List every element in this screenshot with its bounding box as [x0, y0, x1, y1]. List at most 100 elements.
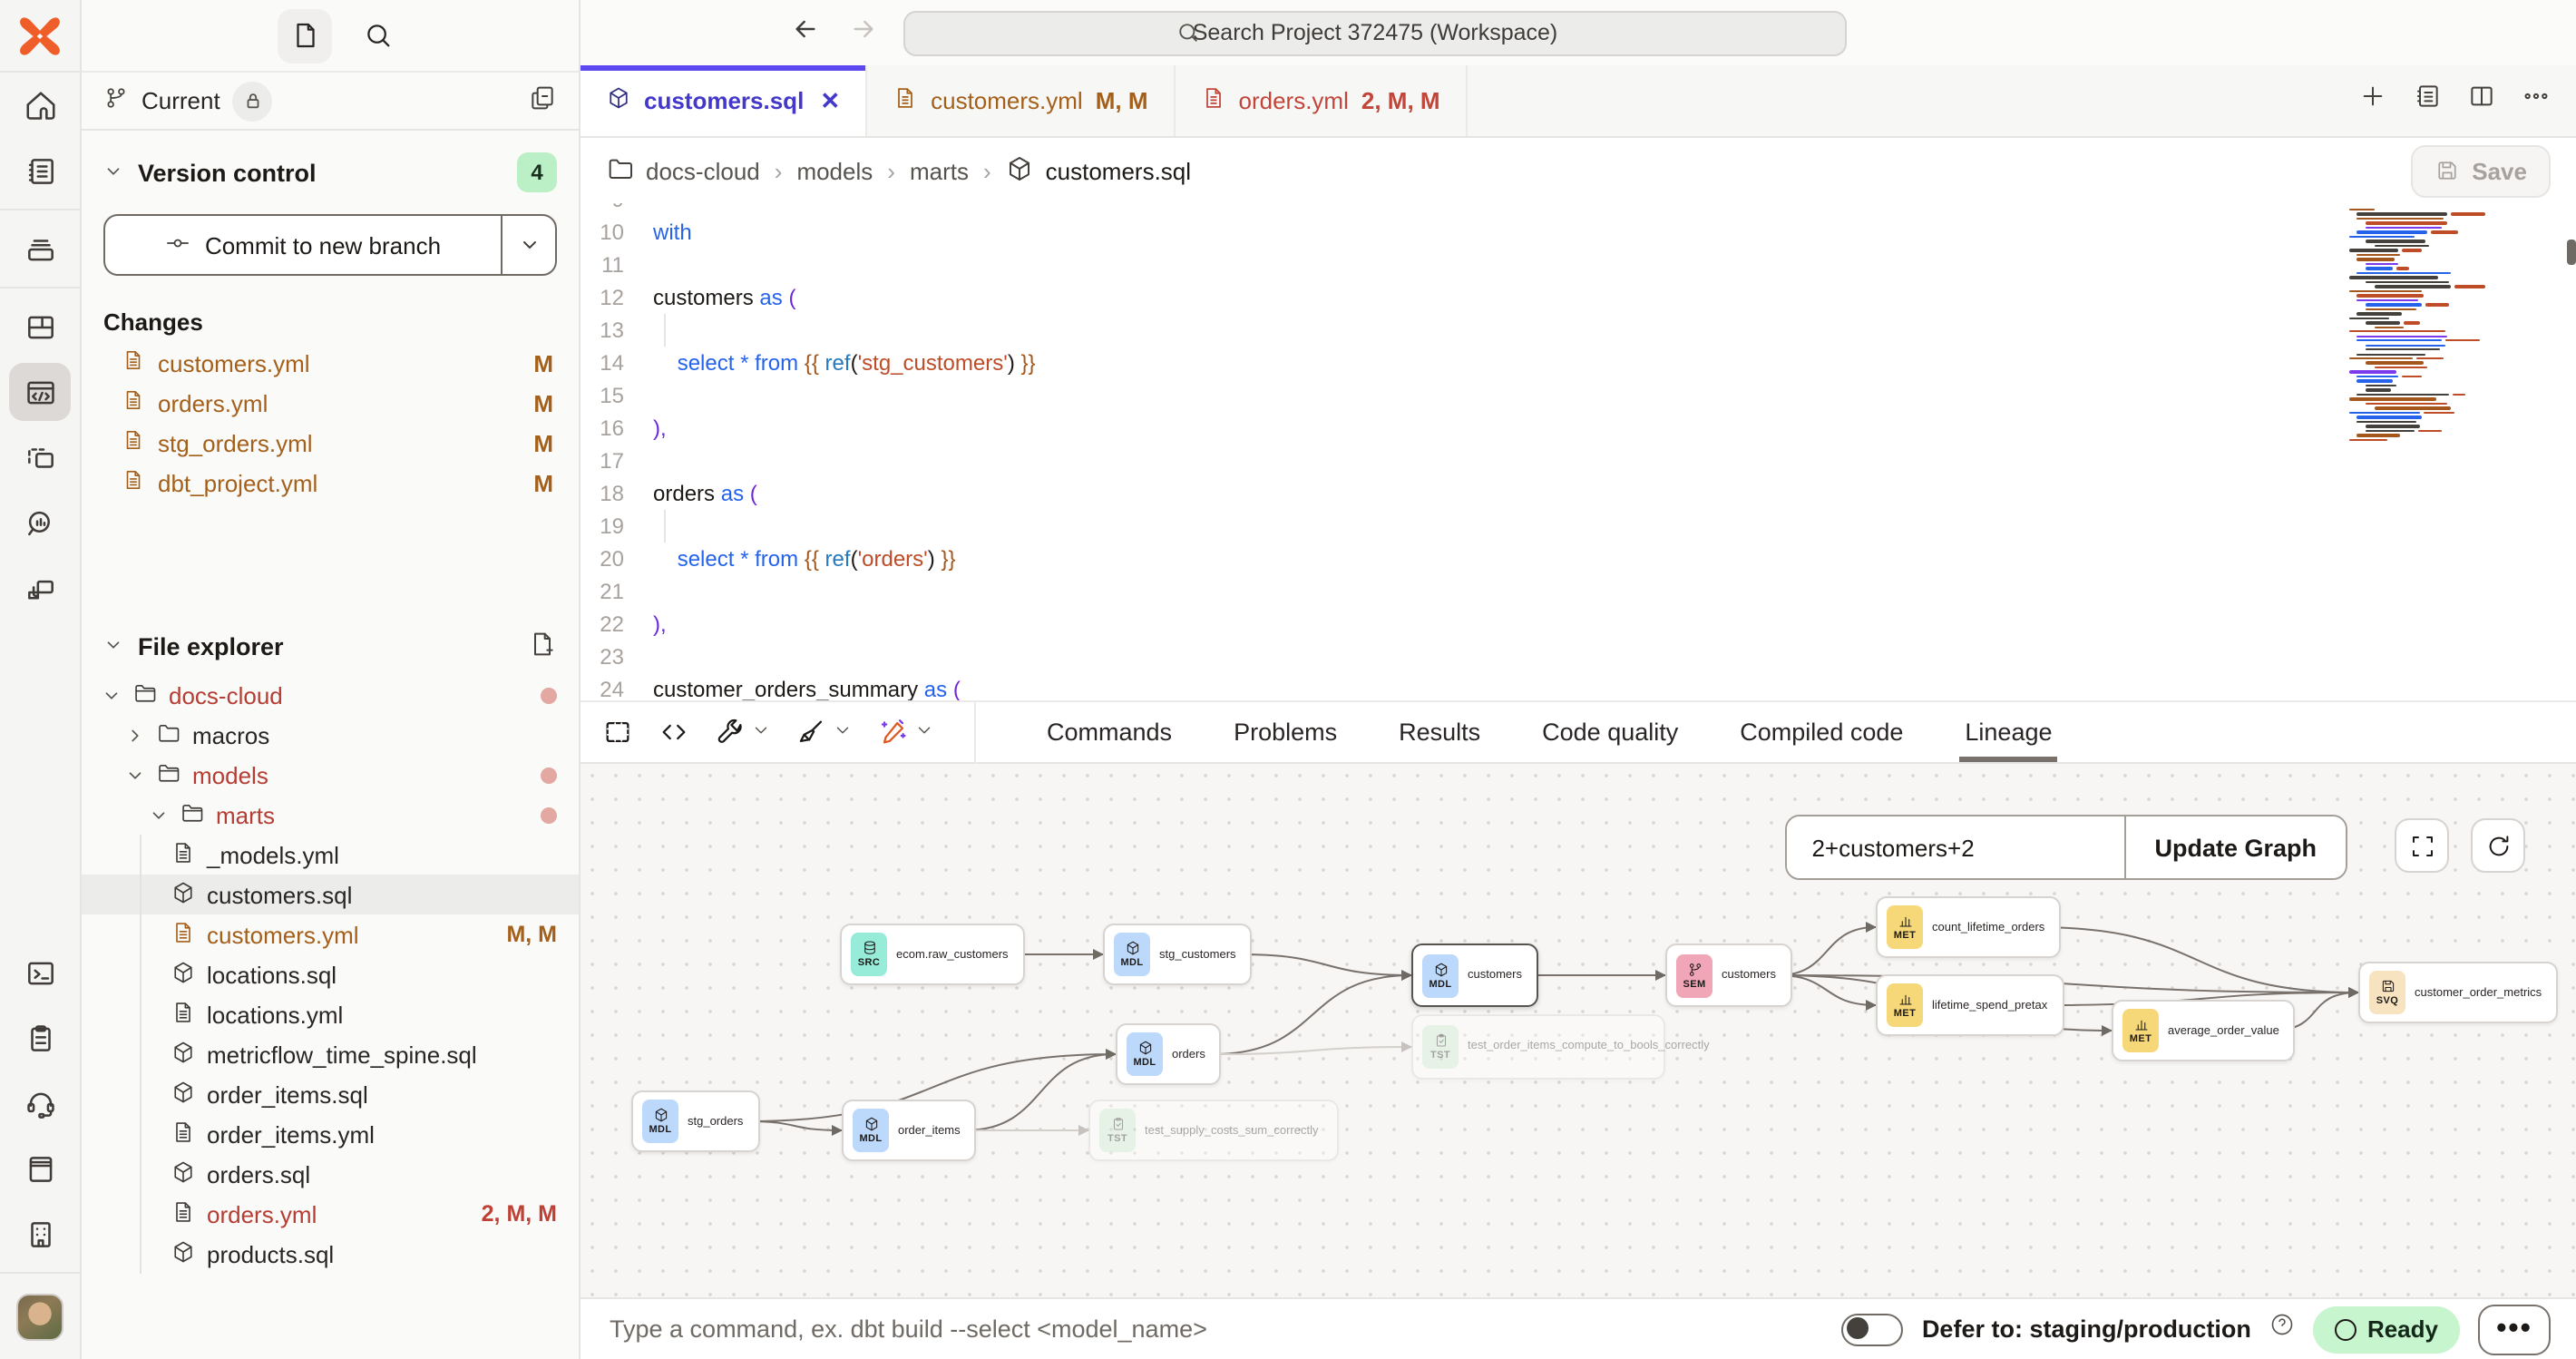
notebook-icon[interactable] [9, 142, 71, 200]
code-line-17[interactable]: 17 [581, 445, 2576, 477]
file-tree-item-order-items-sql[interactable]: order_items.sql [82, 1074, 579, 1114]
format-broom-button[interactable] [796, 716, 853, 748]
file-tree-item-models[interactable]: models [82, 755, 579, 795]
dashboard-icon[interactable] [9, 298, 71, 356]
code-line-14[interactable]: 14 select * from {{ ref('stg_customers')… [581, 347, 2576, 379]
update-graph-button[interactable]: Update Graph [2123, 816, 2346, 878]
breadcrumb-segment[interactable]: docs-cloud [646, 157, 760, 184]
integrations-icon[interactable] [9, 559, 71, 617]
preview-table-icon[interactable] [602, 717, 633, 748]
code-line-10[interactable]: 10with [581, 216, 2576, 249]
editor-minimap[interactable] [2349, 209, 2485, 466]
lineage-node-met_lifetime[interactable]: METlifetime_spend_pretax [1876, 974, 2064, 1036]
editor-tab-customers-sql[interactable]: customers.sql✕ [581, 65, 867, 136]
lineage-node-order_items[interactable]: MDLorder_items [842, 1100, 977, 1161]
lineage-node-met_avg[interactable]: METaverage_order_value [2112, 1000, 2296, 1061]
file-tree-item-orders-sql[interactable]: orders.sql [82, 1154, 579, 1194]
editor-tab-orders-yml[interactable]: orders.yml2, M, M [1176, 65, 1468, 136]
lineage-node-stg_orders[interactable]: MDLstg_orders [631, 1090, 759, 1152]
changed-file-row[interactable]: customers.ymlM [82, 343, 579, 383]
docs-book-icon[interactable] [9, 1139, 71, 1198]
forward-arrow-icon[interactable] [849, 14, 878, 52]
files-view-button[interactable] [278, 8, 332, 63]
code-line-15[interactable]: 15 [581, 379, 2576, 412]
command-input[interactable] [606, 1314, 1824, 1344]
lineage-node-met_count[interactable]: METcount_lifetime_orders [1876, 896, 2061, 958]
lineage-node-svq_metrics[interactable]: SVQcustomer_order_metrics [2358, 962, 2558, 1023]
version-control-section-header[interactable]: Version control 4 [82, 131, 579, 207]
bottom-tab-code-quality[interactable]: Code quality [1511, 702, 1709, 762]
orchestration-icon[interactable] [9, 428, 71, 486]
close-icon[interactable]: ✕ [820, 86, 840, 115]
lineage-node-customers_sem[interactable]: SEMcustomers [1665, 943, 1792, 1007]
diff-files-icon[interactable] [528, 83, 557, 118]
commit-options-caret[interactable] [501, 216, 555, 274]
code-line-12[interactable]: 12customers as ( [581, 281, 2576, 314]
file-tree-item-locations-yml[interactable]: locations.yml [82, 994, 579, 1034]
file-tree-item-marts[interactable]: marts [82, 795, 579, 835]
code-line-18[interactable]: 18orders as ( [581, 477, 2576, 510]
home-icon[interactable] [9, 76, 71, 134]
status-badge[interactable]: Ready [2313, 1305, 2460, 1353]
file-tree-item-customers-yml[interactable]: customers.ymlM, M [82, 914, 579, 954]
code-line-24[interactable]: 24customer_orders_summary as ( [581, 673, 2576, 700]
split-editor-icon[interactable] [2467, 82, 2496, 120]
build-wrench-button[interactable] [715, 716, 771, 748]
dbt-logo[interactable] [0, 0, 81, 73]
ai-fix-button[interactable] [878, 716, 934, 748]
catalog-search-icon[interactable] [9, 494, 71, 552]
lineage-panel[interactable]: SRCecom.raw_customersMDLstg_customersMDL… [581, 764, 2576, 1297]
support-headset-icon[interactable] [9, 1074, 71, 1132]
clipboard-icon[interactable] [9, 1009, 71, 1067]
lineage-node-customers_mdl[interactable]: MDLcustomers [1411, 943, 1538, 1007]
code-line-19[interactable]: 19 [581, 510, 2576, 543]
search-view-button[interactable] [350, 8, 405, 63]
breadcrumb-segment[interactable]: models [796, 157, 873, 184]
compile-code-icon[interactable] [659, 717, 689, 748]
lineage-node-orders_mdl[interactable]: MDLorders [1116, 1023, 1222, 1085]
bottom-tab-lineage[interactable]: Lineage [1934, 702, 2083, 762]
bottom-tab-results[interactable]: Results [1368, 702, 1511, 762]
bottom-tab-problems[interactable]: Problems [1203, 702, 1368, 762]
terminal-icon[interactable] [9, 943, 71, 1002]
back-arrow-icon[interactable] [791, 14, 820, 52]
lineage-selector-input[interactable] [1786, 816, 2123, 878]
file-tree-item-locations-sql[interactable]: locations.sql [82, 954, 579, 994]
code-line-22[interactable]: 22), [581, 608, 2576, 640]
code-line-23[interactable]: 23 [581, 640, 2576, 673]
help-question-icon[interactable] [2269, 1312, 2295, 1346]
changed-file-row[interactable]: dbt_project.ymlM [82, 463, 579, 503]
file-tree-item-products-sql[interactable]: products.sql [82, 1234, 579, 1274]
lineage-node-tst_order_items[interactable]: TSTtest_order_items_compute_to_bools_cor… [1411, 1014, 1665, 1080]
breadcrumb-segment[interactable]: marts [910, 157, 969, 184]
code-line-9[interactable]: 9 [581, 203, 2576, 216]
file-tree-item-docs-cloud[interactable]: docs-cloud [82, 675, 579, 715]
code-line-11[interactable]: 11 [581, 249, 2576, 281]
changed-file-row[interactable]: stg_orders.ymlM [82, 423, 579, 463]
file-explorer-section-header[interactable]: File explorer [82, 615, 579, 675]
lineage-node-src_raw[interactable]: SRCecom.raw_customers [840, 924, 1025, 985]
bottom-tab-commands[interactable]: Commands [1016, 702, 1203, 762]
chevron-down-icon[interactable] [147, 805, 169, 825]
studio-code-icon[interactable] [9, 363, 71, 421]
new-tab-plus-icon[interactable] [2358, 82, 2387, 120]
editor-scrollbar-thumb[interactable] [2567, 240, 2576, 265]
file-tree-item-orders-yml[interactable]: orders.yml2, M, M [82, 1194, 579, 1234]
chevron-down-icon[interactable] [100, 685, 122, 705]
code-editor[interactable]: 910with1112customers as (1314 select * f… [581, 203, 2576, 700]
user-avatar[interactable] [16, 1294, 63, 1341]
file-tree-item-order-items-yml[interactable]: order_items.yml [82, 1114, 579, 1154]
file-tree-item-customers-sql[interactable]: customers.sql [82, 875, 579, 914]
tab-overflow-icon[interactable] [2522, 82, 2551, 120]
organization-icon[interactable] [9, 1205, 71, 1263]
refresh-button[interactable] [2471, 818, 2525, 873]
bottom-tab-compiled-code[interactable]: Compiled code [1709, 702, 1934, 762]
editor-tab-customers-yml[interactable]: customers.ymlM, M [867, 65, 1175, 136]
search-input[interactable] [903, 10, 1847, 55]
branch-row[interactable]: Current [82, 73, 579, 131]
lineage-node-tst_supply[interactable]: TSTtest_supply_costs_sum_correctly [1088, 1100, 1339, 1161]
changed-file-row[interactable]: orders.ymlM [82, 383, 579, 423]
fullscreen-button[interactable] [2395, 818, 2449, 873]
file-tree-item-macros[interactable]: macros [82, 715, 579, 755]
file-tree-item--models-yml[interactable]: _models.yml [82, 835, 579, 875]
